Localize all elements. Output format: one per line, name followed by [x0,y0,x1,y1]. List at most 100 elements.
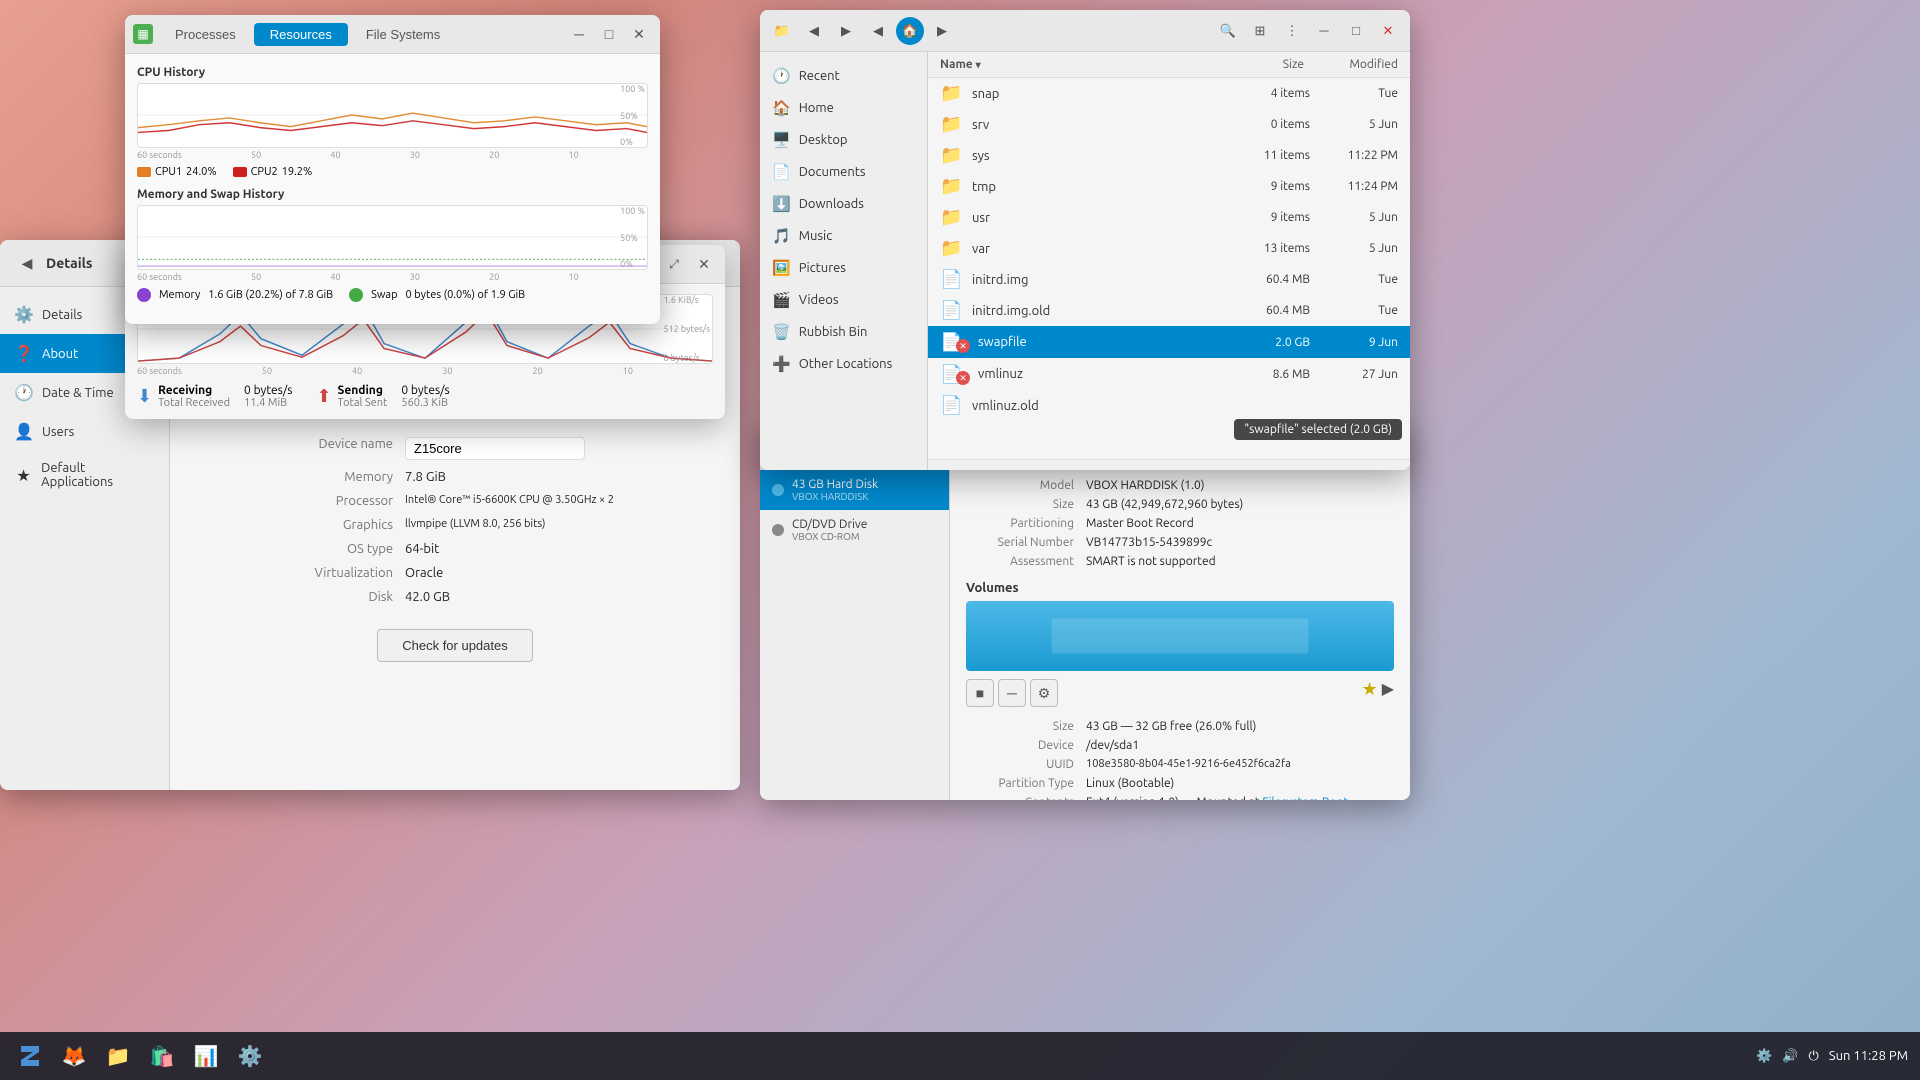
sidebar-other-label: Other Locations [799,357,893,371]
taskbar-settings-indicator[interactable]: ⚙️ [1756,1049,1772,1064]
cpu-x-labels: 60 seconds5040302010 [137,148,648,162]
taskbar-files-icon[interactable]: 📁 [100,1038,136,1074]
file-row-srv[interactable]: 📁 srv 0 items 5 Jun [928,109,1410,140]
file-row-sys[interactable]: 📁 sys 11 items 11:22 PM [928,140,1410,171]
sysmon-minimize-button[interactable]: ─ [566,21,592,47]
files-grid-button[interactable]: ⊞ [1246,17,1274,45]
tab-filesystems[interactable]: File Systems [350,23,456,46]
file-snap-size: 4 items [1220,87,1310,100]
sysmon-maximize-button[interactable]: □ [596,21,622,47]
disk-vol-stop-button[interactable]: ■ [966,679,994,707]
about-back-button[interactable]: ◀ [12,248,42,278]
file-row-var[interactable]: 📁 var 13 items 5 Jun [928,233,1410,264]
files-menu-button[interactable]: ⋮ [1278,17,1306,45]
file-row-swapfile[interactable]: 📄 ✕ swapfile 2.0 GB 9 Jun [928,326,1410,358]
file-row-tmp[interactable]: 📁 tmp 9 items 11:24 PM [928,171,1410,202]
disk-vol-minus-button[interactable]: ─ [998,679,1026,707]
tab-resources[interactable]: Resources [254,23,348,46]
file-vmlinuz-size: 8.6 MB [1220,368,1310,381]
files-folder-button[interactable]: 📁 [768,17,796,45]
processor-value: Intel® Core™ i5-6600K CPU @ 3.50GHz × 2 [405,494,635,508]
sysmon-window: ▦ Processes Resources File Systems ─ □ ✕… [125,15,660,324]
sidebar-downloads[interactable]: ⬇️ Downloads [760,188,927,220]
filesystem-root-link[interactable]: Filesystem Root [1262,796,1348,800]
memory-x-labels: 60 seconds5040302010 [137,270,648,284]
taskbar-zorin-icon[interactable] [12,1038,48,1074]
documents-icon: 📄 [772,163,791,181]
sidebar-other-locations[interactable]: ➕ Other Locations [760,348,927,380]
cpu2-label: CPU2 [251,166,278,178]
col-name-header: Name ▾ [940,58,1200,71]
taskbar-volume-indicator[interactable]: 🔊 [1782,1049,1798,1064]
taskbar-firefox-icon[interactable]: 🦊 [56,1038,92,1074]
files-maximize-button[interactable]: □ [1342,17,1370,45]
virtualization-value: Oracle [405,566,635,580]
file-srv-size: 0 items [1220,118,1310,131]
sysmon-close-button[interactable]: ✕ [626,21,652,47]
files-back-button[interactable]: ◀ [800,17,828,45]
about-title: Details [46,255,92,271]
taskbar-settings-icon[interactable]: ⚙️ [232,1038,268,1074]
taskbar-volume-icon: 🔊 [1782,1049,1798,1064]
cdrom-sub: VBOX CD-ROM [792,531,937,542]
disk-partitioning-value: Master Boot Record [1086,517,1194,530]
files-minimize-button[interactable]: ─ [1310,17,1338,45]
harddisk-dot [772,484,784,496]
sidebar-recent[interactable]: 🕐 Recent [760,60,927,92]
vol-contents-value: Ext4 (version 1.0) — Mounted at Filesyst… [1086,796,1348,800]
sidebar-desktop[interactable]: 🖥️ Desktop [760,124,927,156]
files-next-button[interactable]: ▶ [928,17,956,45]
files-search-button[interactable]: 🔍 [1214,17,1242,45]
files-forward-button[interactable]: ▶ [832,17,860,45]
file-row-snap[interactable]: 📁 snap 4 items Tue [928,78,1410,109]
sidebar-item-defaultapps[interactable]: ★ Default Applications [0,451,169,499]
sidebar-videos[interactable]: 🎬 Videos [760,284,927,316]
taskbar-datetime[interactable]: Sun 11:28 PM [1829,1049,1908,1063]
disk-body: 43 GB Hard Disk VBOX HARDDISK CD/DVD Dri… [760,462,1410,800]
files-body: 🕐 Recent 🏠 Home 🖥️ Desktop 📄 Documents ⬇… [760,52,1410,470]
sysmon-app-icon: ▦ [133,24,153,44]
network-close-button[interactable]: ✕ [691,251,717,277]
taskbar-sysmon-icon[interactable]: 📊 [188,1038,224,1074]
disk-vol-config-button[interactable]: ⚙ [1030,679,1058,707]
sidebar-rubbish[interactable]: 🗑️ Rubbish Bin [760,316,927,348]
taskbar-software-icon[interactable]: 🛍️ [144,1038,180,1074]
file-row-vmlinuz[interactable]: 📄 ✕ vmlinuz 8.6 MB 27 Jun [928,358,1410,390]
files-up-button[interactable]: ◀ [864,17,892,45]
sidebar-home-label: Home [799,101,834,115]
taskbar-power-indicator[interactable]: ⏻ [1808,1049,1818,1064]
sidebar-music[interactable]: 🎵 Music [760,220,927,252]
memory-legend-color [137,288,151,302]
vol-partition-row: Partition Type Linux (Bootable) [966,774,1394,793]
file-row-usr[interactable]: 📁 usr 9 items 5 Jun [928,202,1410,233]
files-close-button[interactable]: ✕ [1374,17,1402,45]
disk-model-value: VBOX HARDDISK (1.0) [1086,479,1205,492]
file-sys-date: 11:22 PM [1318,149,1398,162]
sysmon-content: CPU History 100 %50%0% 60 seconds5040302… [125,54,660,324]
device-name-input[interactable] [405,437,585,460]
memory-y-labels: 100 %50%0% [620,206,645,269]
file-vmlinuz-name: vmlinuz [978,367,1212,381]
desktop-icon: 🖥️ [772,131,791,149]
memory-legend-item: Memory 1.6 GiB (20.2%) of 7.8 GiB [137,288,333,302]
file-srv-date: 5 Jun [1318,118,1398,131]
files-home-nav-button[interactable]: 🏠 [896,17,924,45]
sidebar-documents[interactable]: 📄 Documents [760,156,927,188]
file-row-initrd[interactable]: 📄 initrd.img 60.4 MB Tue [928,264,1410,295]
network-expand-button[interactable]: ⤢ [661,251,687,277]
disk-item-cdrom[interactable]: CD/DVD Drive VBOX CD-ROM [760,510,949,550]
file-swapfile-name: swapfile [978,335,1212,349]
tab-processes[interactable]: Processes [159,23,252,46]
sidebar-home[interactable]: 🏠 Home [760,92,927,124]
sidebar-label-users: Users [42,425,74,439]
check-updates-button[interactable]: Check for updates [377,629,533,662]
file-row-initrd-old[interactable]: 📄 initrd.img.old 60.4 MB Tue [928,295,1410,326]
taskbar-left: 🦊 📁 🛍️ 📊 ⚙️ [12,1038,268,1074]
disk-item-harddisk[interactable]: 43 GB Hard Disk VBOX HARDDISK [760,470,949,510]
col-modified-header: Modified [1308,58,1398,71]
disk-serial-label: Serial Number [966,536,1086,549]
file-initrd-name: initrd.img [972,273,1212,287]
vmlinuz-delete-badge: ✕ [956,371,970,385]
file-row-vmlinuz-old[interactable]: 📄 vmlinuz.old [928,390,1410,421]
sidebar-pictures[interactable]: 🖼️ Pictures [760,252,927,284]
